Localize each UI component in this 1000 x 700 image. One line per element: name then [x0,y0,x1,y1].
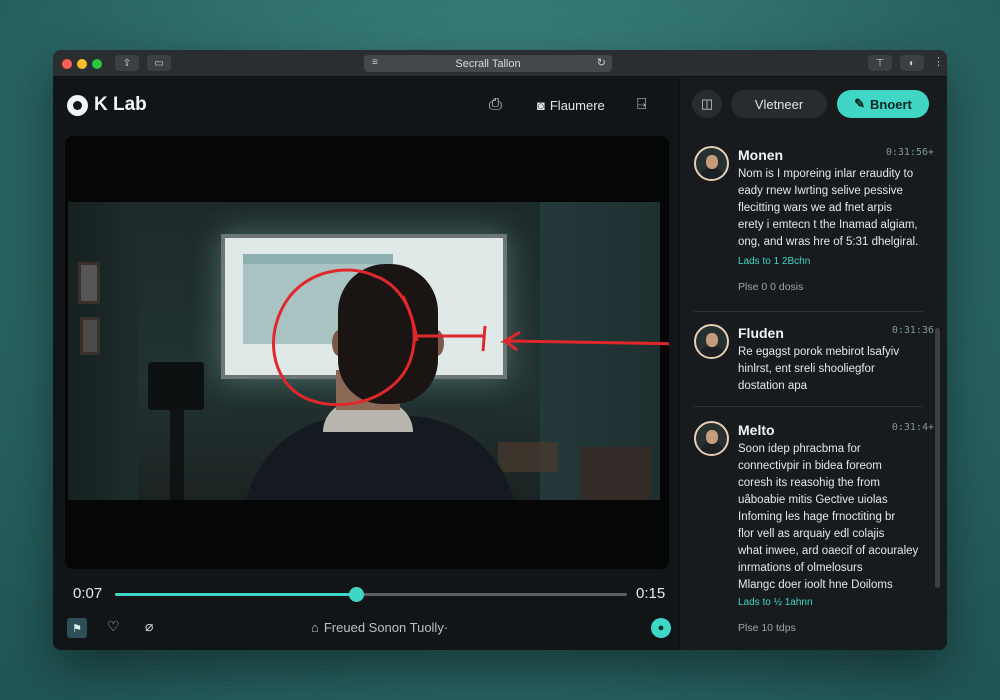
view-button[interactable]: Vletneer [731,90,827,118]
insert-button-label: Bnoert [870,96,912,112]
comment-timestamp: 0:31:4+ [891,422,934,433]
comment-link[interactable]: Lads to 1 2Bchn [738,256,810,267]
avatar [694,421,729,456]
red-annotation [272,268,669,407]
camera-icon: ◙ [537,98,545,113]
close-window-button[interactable] [62,59,72,69]
progress-fill [115,593,356,596]
logo-icon [67,94,88,116]
export-icon[interactable]: ⍈ [637,96,647,114]
playback-controls: 0:07 0:15 ⚑ ♡ ⌀ ⌂ Freued Sonon Tuolly· ● [53,578,679,650]
scrollbar[interactable] [935,328,940,588]
comment-author: Fluden [738,325,784,341]
minimize-window-button[interactable] [77,59,87,69]
session-label-text: Freued Sonon Tuolly· [323,620,449,635]
tabs-icon[interactable]: ▭ [147,55,171,71]
title-bar: ⇪ ▭ ≡ Secrall Tallon ↻ ⊤ ◐ ⋮ [53,50,947,77]
comment-author: Monen [738,147,784,163]
comment-card[interactable]: Fluden 0:31:36 Re egagst porok mebirot l… [694,324,934,404]
current-time: 0:07 [73,585,103,602]
filter-icon[interactable]: ⊤ [868,55,892,71]
overflow-menu-icon[interactable]: ⋮ [933,55,944,68]
comments-panel: ◫ Vletneer ✎ Bnoert Monen 0:31:56+ Nom i… [679,78,947,650]
assistant-icon[interactable]: ● [651,618,671,638]
comment-author: Melto [738,422,775,438]
comment-text: Re egagst porok mebirot lsafyiv hinlrst,… [738,346,900,392]
nav-link-label: Flaumere [549,98,605,113]
brand-name: K Lab [94,94,147,115]
avatar [694,324,729,359]
comment-meta: Plse 0 0 dosis [738,281,804,293]
comment-meta: Plse 10 tdps [738,622,796,634]
brand-logo[interactable]: K Lab [67,94,147,116]
address-bar[interactable]: ≡ Secrall Tallon ↻ [364,55,612,72]
share-icon[interactable]: ⇪ [115,55,139,71]
like-icon[interactable]: ♡ [107,618,120,635]
video-player[interactable] [65,136,669,569]
progress-bar[interactable] [115,587,627,602]
comment-timestamp: 0:31:36 [891,325,934,336]
comment-text: Soon idep phracbma for connectivpir in b… [738,443,919,591]
comment-card[interactable]: Melto 0:31:4+ Soon idep phracbma for con… [694,421,934,650]
divider [694,406,923,407]
comment-icon[interactable]: ⚑ [67,618,87,638]
progress-thumb[interactable] [348,587,364,602]
extension-icon[interactable]: ◐ [900,55,924,71]
nav-link[interactable]: ◙ Flaumere [537,98,605,113]
reload-icon[interactable]: ↻ [597,56,606,69]
split-view-icon[interactable]: ◫ [692,90,722,118]
print-icon[interactable]: ⎙ [489,96,502,114]
app-window: ⇪ ▭ ≡ Secrall Tallon ↻ ⊤ ◐ ⋮ K Lab ⎙ ◙ F… [53,50,947,650]
folder-icon: ⌂ [311,620,319,635]
comment-card[interactable]: Monen 0:31:56+ Nom is I mporeing inlar e… [694,146,934,306]
comment-timestamp: 0:31:56+ [885,147,934,158]
link-icon[interactable]: ⌀ [145,618,153,635]
session-label[interactable]: ⌂ Freued Sonon Tuolly· [311,620,448,635]
duration: 0:15 [636,585,666,602]
insert-button[interactable]: ✎ Bnoert [837,90,929,118]
pencil-icon: ✎ [854,96,865,111]
comment-link[interactable]: Lads to ½ 1ahnn [738,597,813,608]
address-text: Secrall Tallon [455,57,521,70]
maximize-window-button[interactable] [92,59,102,69]
list-icon: ≡ [372,57,378,68]
avatar [694,146,729,181]
divider [694,311,923,312]
main-pane: K Lab ⎙ ◙ Flaumere ⍈ 0:07 0:15 ⚑ ♡ ⌀ ⌂ F… [53,78,679,650]
comment-text: Nom is I mporeing inlar eraudity to eady… [738,168,919,248]
